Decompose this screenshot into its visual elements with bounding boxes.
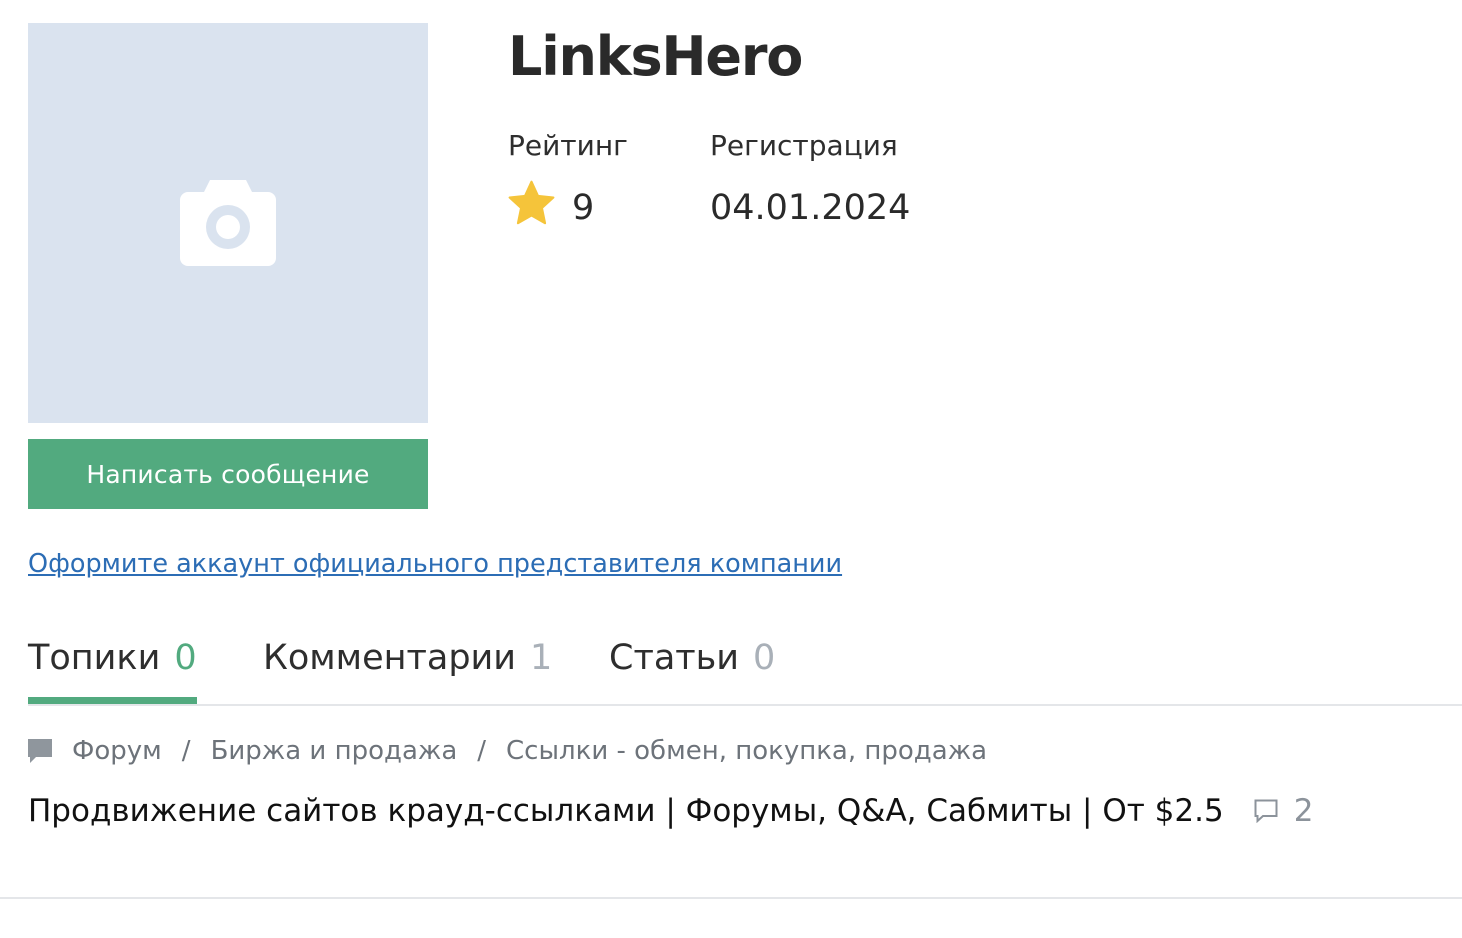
tab-articles-count: 0 [753, 638, 776, 678]
rating-value: 9 [572, 188, 595, 228]
topic-title[interactable]: Продвижение сайтов крауд-ссылками | Фору… [28, 793, 1224, 829]
profile-username: LinksHero [508, 25, 803, 88]
list-divider [0, 897, 1462, 899]
topic-item: Продвижение сайтов крауд-ссылками | Фору… [28, 788, 1313, 834]
breadcrumb-links[interactable]: Ссылки - обмен, покупка, продажа [506, 736, 987, 766]
tab-comments[interactable]: Комментарии 1 [263, 628, 552, 704]
registration-date: 04.01.2024 [710, 188, 911, 228]
tab-articles[interactable]: Статьи 0 [609, 628, 775, 704]
folder-icon [28, 739, 52, 763]
avatar-placeholder [28, 23, 428, 423]
tab-comments-count: 1 [530, 638, 553, 678]
tab-articles-label: Статьи [609, 638, 740, 678]
tabs-divider [28, 704, 1462, 706]
breadcrumb-separator: / [477, 736, 487, 766]
rating-label: Рейтинг [508, 129, 628, 162]
tab-comments-label: Комментарии [263, 638, 517, 678]
breadcrumb: Форум / Биржа и продажа / Ссылки - обмен… [28, 732, 987, 770]
camera-icon [180, 180, 276, 266]
star-icon [508, 180, 555, 225]
tab-topics-count: 0 [174, 638, 197, 678]
breadcrumb-exchange[interactable]: Биржа и продажа [211, 736, 458, 766]
tab-topics[interactable]: Топики 0 [28, 628, 197, 704]
company-representative-link[interactable]: Оформите аккаунт официального представит… [28, 546, 842, 582]
registration-label: Регистрация [710, 129, 898, 162]
comment-icon [1254, 799, 1278, 823]
breadcrumb-separator: / [181, 736, 191, 766]
tab-topics-label: Топики [28, 638, 161, 678]
profile-tabs: Топики 0 Комментарии 1 Статьи 0 [28, 628, 1462, 704]
comment-count: 2 [1293, 793, 1314, 829]
write-message-button[interactable]: Написать сообщение [28, 439, 428, 509]
breadcrumb-forum[interactable]: Форум [72, 736, 162, 766]
